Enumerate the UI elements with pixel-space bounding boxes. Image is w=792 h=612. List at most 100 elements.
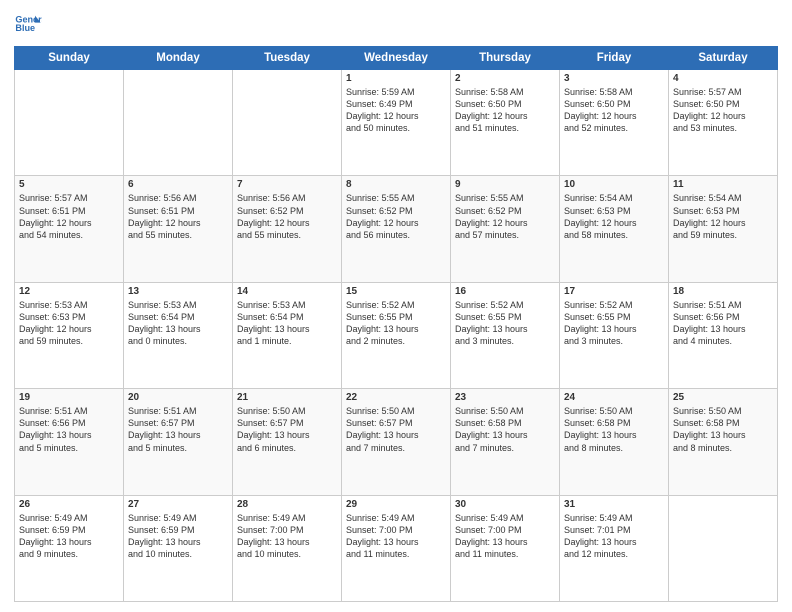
day-info: Sunrise: 5:50 AM Sunset: 6:58 PM Dayligh… xyxy=(455,405,555,454)
day-number: 23 xyxy=(455,392,555,403)
day-info: Sunrise: 5:52 AM Sunset: 6:55 PM Dayligh… xyxy=(564,299,664,348)
day-cell-12: 12 Sunrise: 5:53 AM Sunset: 6:53 PM Dayli… xyxy=(15,282,124,388)
day-cell-2: 2 Sunrise: 5:58 AM Sunset: 6:50 PM Daylig… xyxy=(451,70,560,176)
week-row-5: 26Sunrise: 5:49 AM Sunset: 6:59 PM Dayli… xyxy=(15,495,778,601)
day-info: Sunrise: 5:53 AM Sunset: 6:53 PM Dayligh… xyxy=(19,299,119,348)
day-info: Sunrise: 5:50 AM Sunset: 6:57 PM Dayligh… xyxy=(346,405,446,454)
day-cell-5: 5 Sunrise: 5:57 AM Sunset: 6:51 PM Daylig… xyxy=(15,176,124,282)
day-number: 3 xyxy=(564,73,664,84)
day-info: Sunrise: 5:50 AM Sunset: 6:57 PM Dayligh… xyxy=(237,405,337,454)
day-number: 19 xyxy=(19,392,119,403)
day-info: Sunrise: 5:51 AM Sunset: 6:56 PM Dayligh… xyxy=(19,405,119,454)
week-row-2: 5 Sunrise: 5:57 AM Sunset: 6:51 PM Daylig… xyxy=(15,176,778,282)
day-number: 31 xyxy=(564,499,664,510)
day-cell-3: 3 Sunrise: 5:58 AM Sunset: 6:50 PM Daylig… xyxy=(560,70,669,176)
day-cell-20: 20 Sunrise: 5:51 AM Sunset: 6:57 PM Dayli… xyxy=(124,389,233,495)
calendar-table: SundayMondayTuesdayWednesdayThursdayFrid… xyxy=(14,46,778,602)
weekday-header-sunday: Sunday xyxy=(15,47,124,70)
day-cell-30: 30Sunrise: 5:49 AM Sunset: 7:00 PM Dayli… xyxy=(451,495,560,601)
day-number: 18 xyxy=(673,286,773,297)
day-number: 13 xyxy=(128,286,228,297)
day-number: 27 xyxy=(128,499,228,510)
empty-cell xyxy=(233,70,342,176)
day-number: 1 xyxy=(346,73,446,84)
day-number: 7 xyxy=(237,179,337,190)
day-number: 6 xyxy=(128,179,228,190)
weekday-header-tuesday: Tuesday xyxy=(233,47,342,70)
day-info: Sunrise: 5:49 AM Sunset: 7:01 PM Dayligh… xyxy=(564,512,664,561)
day-info: Sunrise: 5:58 AM Sunset: 6:50 PM Dayligh… xyxy=(564,86,664,135)
week-row-4: 19 Sunrise: 5:51 AM Sunset: 6:56 PM Dayli… xyxy=(15,389,778,495)
day-cell-7: 7 Sunrise: 5:56 AM Sunset: 6:52 PM Daylig… xyxy=(233,176,342,282)
day-info: Sunrise: 5:58 AM Sunset: 6:50 PM Dayligh… xyxy=(455,86,555,135)
day-info: Sunrise: 5:51 AM Sunset: 6:57 PM Dayligh… xyxy=(128,405,228,454)
day-info: Sunrise: 5:56 AM Sunset: 6:51 PM Dayligh… xyxy=(128,192,228,241)
day-number: 2 xyxy=(455,73,555,84)
svg-text:Blue: Blue xyxy=(15,23,35,33)
weekday-header-saturday: Saturday xyxy=(669,47,778,70)
week-row-1: 1 Sunrise: 5:59 AM Sunset: 6:49 PM Daylig… xyxy=(15,70,778,176)
day-number: 30 xyxy=(455,499,555,510)
day-info: Sunrise: 5:55 AM Sunset: 6:52 PM Dayligh… xyxy=(346,192,446,241)
day-info: Sunrise: 5:49 AM Sunset: 6:59 PM Dayligh… xyxy=(128,512,228,561)
day-cell-11: 11Sunrise: 5:54 AM Sunset: 6:53 PM Dayli… xyxy=(669,176,778,282)
day-info: Sunrise: 5:50 AM Sunset: 6:58 PM Dayligh… xyxy=(564,405,664,454)
day-info: Sunrise: 5:49 AM Sunset: 7:00 PM Dayligh… xyxy=(237,512,337,561)
day-number: 11 xyxy=(673,179,773,190)
day-number: 24 xyxy=(564,392,664,403)
weekday-header-wednesday: Wednesday xyxy=(342,47,451,70)
empty-cell xyxy=(15,70,124,176)
day-cell-21: 21 Sunrise: 5:50 AM Sunset: 6:57 PM Dayli… xyxy=(233,389,342,495)
day-cell-8: 8 Sunrise: 5:55 AM Sunset: 6:52 PM Daylig… xyxy=(342,176,451,282)
day-cell-6: 6 Sunrise: 5:56 AM Sunset: 6:51 PM Daylig… xyxy=(124,176,233,282)
weekday-header-row: SundayMondayTuesdayWednesdayThursdayFrid… xyxy=(15,47,778,70)
day-info: Sunrise: 5:53 AM Sunset: 6:54 PM Dayligh… xyxy=(128,299,228,348)
day-cell-14: 14Sunrise: 5:53 AM Sunset: 6:54 PM Dayli… xyxy=(233,282,342,388)
weekday-header-friday: Friday xyxy=(560,47,669,70)
day-cell-16: 16 Sunrise: 5:52 AM Sunset: 6:55 PM Dayli… xyxy=(451,282,560,388)
day-number: 15 xyxy=(346,286,446,297)
day-info: Sunrise: 5:51 AM Sunset: 6:56 PM Dayligh… xyxy=(673,299,773,348)
day-number: 28 xyxy=(237,499,337,510)
empty-cell xyxy=(124,70,233,176)
day-info: Sunrise: 5:56 AM Sunset: 6:52 PM Dayligh… xyxy=(237,192,337,241)
header: General Blue xyxy=(14,10,778,38)
day-number: 29 xyxy=(346,499,446,510)
calendar-page: General Blue SundayMondayTuesdayWednesda… xyxy=(0,0,792,612)
day-cell-4: 4Sunrise: 5:57 AM Sunset: 6:50 PM Daylig… xyxy=(669,70,778,176)
day-number: 16 xyxy=(455,286,555,297)
day-number: 20 xyxy=(128,392,228,403)
day-number: 12 xyxy=(19,286,119,297)
empty-cell xyxy=(669,495,778,601)
day-cell-18: 18 Sunrise: 5:51 AM Sunset: 6:56 PM Dayli… xyxy=(669,282,778,388)
day-info: Sunrise: 5:49 AM Sunset: 7:00 PM Dayligh… xyxy=(346,512,446,561)
day-number: 8 xyxy=(346,179,446,190)
logo: General Blue xyxy=(14,10,42,38)
day-cell-13: 13 Sunrise: 5:53 AM Sunset: 6:54 PM Dayli… xyxy=(124,282,233,388)
day-info: Sunrise: 5:52 AM Sunset: 6:55 PM Dayligh… xyxy=(346,299,446,348)
day-info: Sunrise: 5:59 AM Sunset: 6:49 PM Dayligh… xyxy=(346,86,446,135)
day-cell-15: 15 Sunrise: 5:52 AM Sunset: 6:55 PM Dayli… xyxy=(342,282,451,388)
day-number: 21 xyxy=(237,392,337,403)
day-cell-23: 23 Sunrise: 5:50 AM Sunset: 6:58 PM Dayli… xyxy=(451,389,560,495)
day-info: Sunrise: 5:57 AM Sunset: 6:51 PM Dayligh… xyxy=(19,192,119,241)
day-number: 17 xyxy=(564,286,664,297)
day-cell-22: 22Sunrise: 5:50 AM Sunset: 6:57 PM Dayli… xyxy=(342,389,451,495)
logo-icon: General Blue xyxy=(14,10,42,38)
day-cell-25: 25Sunrise: 5:50 AM Sunset: 6:58 PM Dayli… xyxy=(669,389,778,495)
day-info: Sunrise: 5:52 AM Sunset: 6:55 PM Dayligh… xyxy=(455,299,555,348)
day-number: 10 xyxy=(564,179,664,190)
day-cell-9: 9Sunrise: 5:55 AM Sunset: 6:52 PM Daylig… xyxy=(451,176,560,282)
day-cell-26: 26Sunrise: 5:49 AM Sunset: 6:59 PM Dayli… xyxy=(15,495,124,601)
day-info: Sunrise: 5:57 AM Sunset: 6:50 PM Dayligh… xyxy=(673,86,773,135)
day-cell-27: 27 Sunrise: 5:49 AM Sunset: 6:59 PM Dayli… xyxy=(124,495,233,601)
day-info: Sunrise: 5:49 AM Sunset: 6:59 PM Dayligh… xyxy=(19,512,119,561)
day-number: 9 xyxy=(455,179,555,190)
day-number: 5 xyxy=(19,179,119,190)
day-cell-31: 31 Sunrise: 5:49 AM Sunset: 7:01 PM Dayli… xyxy=(560,495,669,601)
day-info: Sunrise: 5:53 AM Sunset: 6:54 PM Dayligh… xyxy=(237,299,337,348)
day-cell-29: 29 Sunrise: 5:49 AM Sunset: 7:00 PM Dayli… xyxy=(342,495,451,601)
day-cell-24: 24 Sunrise: 5:50 AM Sunset: 6:58 PM Dayli… xyxy=(560,389,669,495)
day-cell-1: 1 Sunrise: 5:59 AM Sunset: 6:49 PM Daylig… xyxy=(342,70,451,176)
weekday-header-thursday: Thursday xyxy=(451,47,560,70)
